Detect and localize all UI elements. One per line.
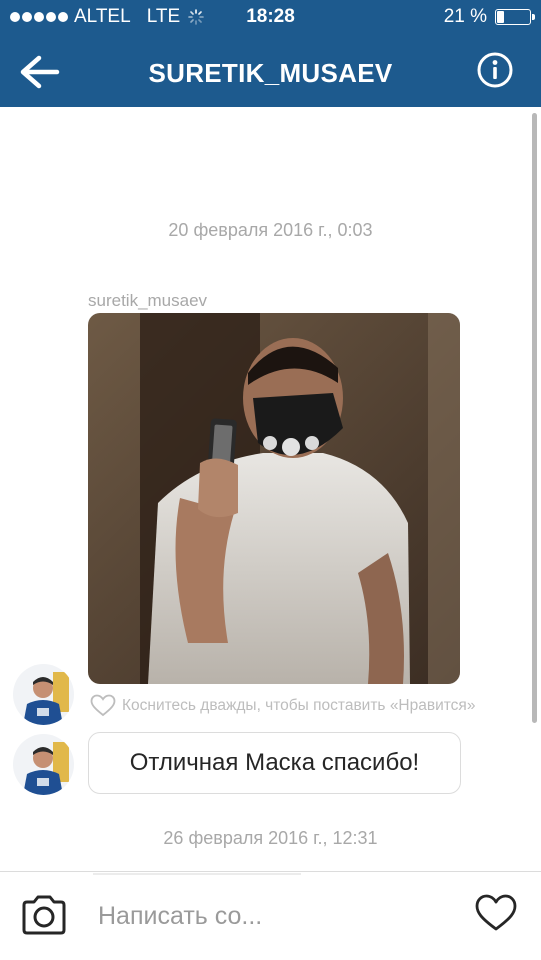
photo-image — [88, 313, 460, 684]
battery-icon — [495, 9, 535, 25]
message-input[interactable] — [98, 902, 398, 931]
nav-bar: SURETIK_MUSAEV — [0, 44, 541, 100]
message-bubble[interactable]: Отличная Маска спасибо! — [88, 732, 461, 794]
incoming-content-edge — [93, 873, 301, 875]
battery-percent: 21 % — [443, 6, 487, 27]
divider — [0, 871, 541, 872]
avatar[interactable] — [13, 664, 74, 725]
like-hint-text: Коснитесь дважды, чтобы поставить «Нрави… — [122, 696, 476, 714]
camera-icon[interactable] — [20, 894, 68, 936]
info-icon[interactable] — [477, 52, 513, 88]
like-hint[interactable]: Коснитесь дважды, чтобы поставить «Нрави… — [90, 694, 475, 717]
top-header: ALTEL LTE 18:28 21 % SURETIK_MUSAEV — [0, 0, 541, 107]
date-separator: 26 февраля 2016 г., 12:31 — [163, 828, 378, 848]
avatar[interactable] — [13, 734, 74, 795]
status-right: 21 % — [443, 6, 535, 28]
message-text: Отличная Маска спасибо! — [129, 749, 420, 776]
heart-icon[interactable] — [475, 894, 517, 932]
heart-icon — [90, 694, 116, 717]
shared-photo[interactable] — [88, 313, 460, 684]
avatar-image — [13, 664, 74, 725]
scrollbar[interactable] — [532, 113, 537, 723]
page-title: SURETIK_MUSAEV — [148, 58, 393, 88]
avatar-image — [13, 734, 74, 795]
date-separator: 20 февраля 2016 г., 0:03 — [168, 220, 373, 240]
message-composer — [0, 872, 541, 960]
status-bar: ALTEL LTE 18:28 21 % — [0, 6, 541, 30]
sender-name: suretik_musaev — [88, 291, 208, 310]
battery-level — [497, 11, 505, 23]
